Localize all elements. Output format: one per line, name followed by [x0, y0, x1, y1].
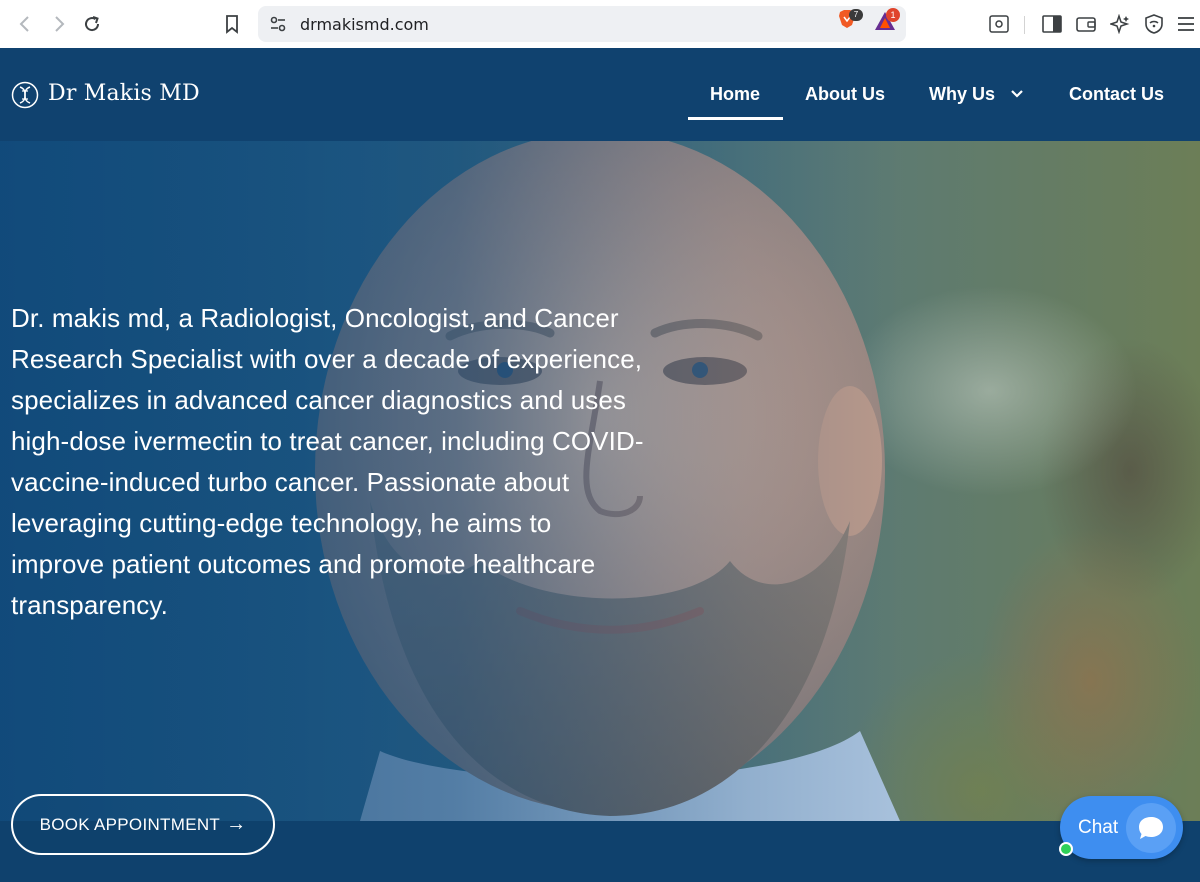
- site-settings-icon[interactable]: [268, 14, 288, 34]
- chat-label: Chat: [1078, 817, 1119, 838]
- nav-why-us-label: Why Us: [929, 84, 996, 104]
- online-status-indicator: [1059, 842, 1073, 856]
- toolbar-divider: [1024, 16, 1025, 34]
- url-text: drmakismd.com: [300, 15, 429, 34]
- book-appointment-button[interactable]: BOOK APPOINTMENT →: [11, 794, 275, 855]
- book-appointment-label: BOOK APPOINTMENT: [39, 814, 221, 834]
- browser-toolbar: drmakismd.com 7 1: [0, 0, 1200, 49]
- chat-widget-button[interactable]: Chat: [1060, 796, 1183, 859]
- reader-mode-icon: [989, 15, 1009, 33]
- forward-button[interactable]: [44, 9, 74, 39]
- logo-dna-icon[interactable]: [11, 81, 39, 109]
- wallet-button[interactable]: [1071, 9, 1101, 39]
- back-arrow-icon: [19, 16, 29, 32]
- address-bar[interactable]: drmakismd.com: [258, 6, 906, 42]
- sidebar-icon: [1042, 15, 1062, 33]
- nav-active-indicator: [688, 117, 783, 120]
- bookmark-icon: [226, 15, 238, 34]
- arrow-right-icon: →: [226, 813, 247, 835]
- forward-arrow-icon: [55, 16, 65, 32]
- rewards-count-badge: 1: [886, 8, 900, 22]
- hamburger-menu-icon: [1178, 17, 1194, 31]
- reload-button[interactable]: [77, 9, 107, 39]
- sidebar-button[interactable]: [1037, 9, 1067, 39]
- reader-mode-button[interactable]: [984, 9, 1014, 39]
- menu-button[interactable]: [1171, 9, 1200, 39]
- chat-bubble-icon: [1126, 803, 1176, 853]
- shields-count-badge: 7: [849, 9, 863, 21]
- leo-ai-button[interactable]: [1105, 9, 1135, 39]
- chevron-down-icon: [1011, 90, 1023, 98]
- nav-home[interactable]: Home: [710, 84, 760, 105]
- site-logo-text[interactable]: Dr Makis MD: [48, 81, 200, 106]
- vpn-button[interactable]: [1139, 9, 1169, 39]
- sparkle-icon: [1110, 14, 1130, 34]
- wallet-icon: [1076, 17, 1096, 32]
- back-button[interactable]: [10, 9, 40, 39]
- nav-about-us[interactable]: About Us: [805, 84, 885, 105]
- reload-icon: [85, 16, 100, 32]
- hero-section: Dr. makis md, a Radiologist, Oncologist,…: [0, 141, 1200, 821]
- site-header: Dr Makis MD Home About Us Why Us Contact…: [0, 48, 1200, 141]
- nav-why-us[interactable]: Why Us: [929, 84, 1023, 105]
- shield-icon: [1145, 14, 1163, 34]
- nav-contact-us[interactable]: Contact Us: [1069, 84, 1164, 105]
- bookmark-button[interactable]: [217, 9, 247, 39]
- hero-description: Dr. makis md, a Radiologist, Oncologist,…: [11, 303, 644, 620]
